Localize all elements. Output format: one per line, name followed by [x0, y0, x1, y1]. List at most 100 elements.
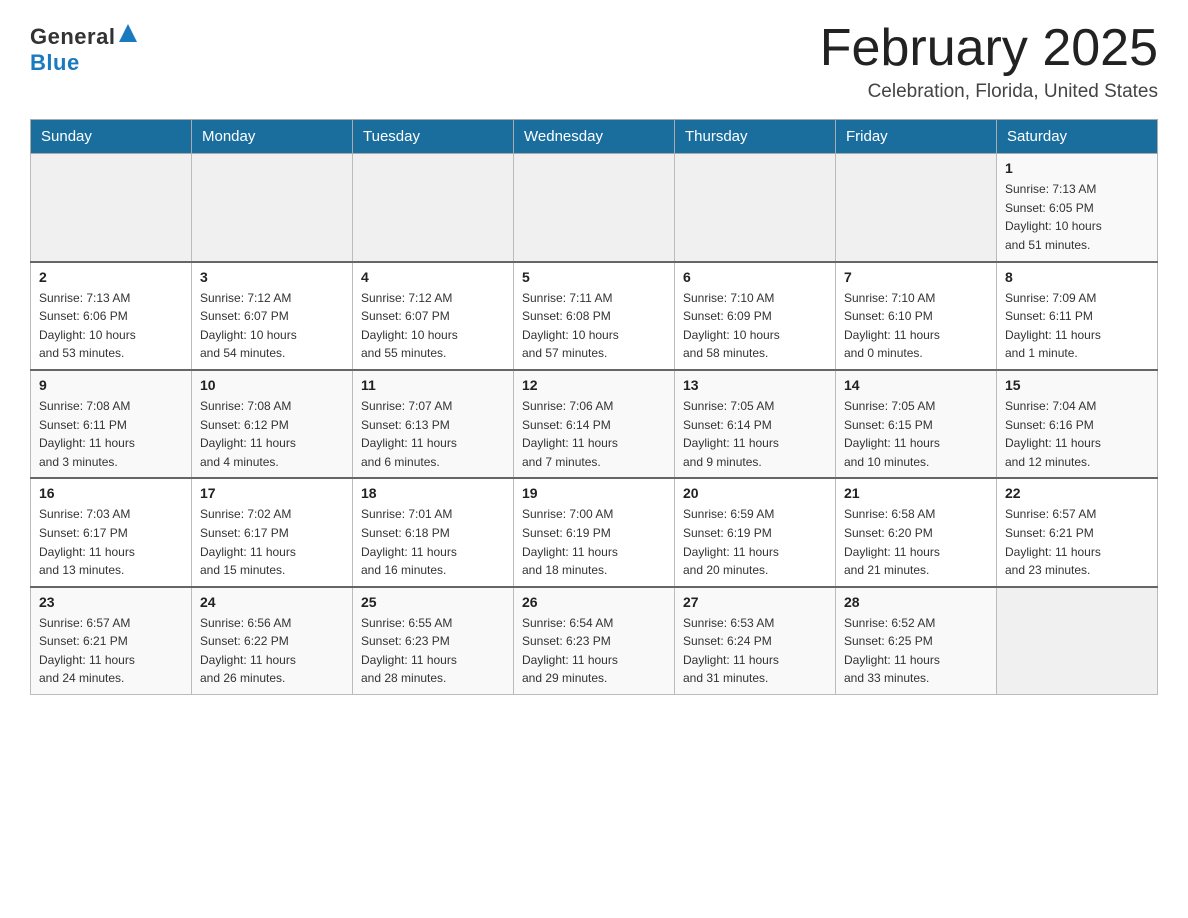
day-number: 11	[361, 377, 505, 393]
day-info: Sunrise: 7:11 AM Sunset: 6:08 PM Dayligh…	[522, 289, 666, 363]
calendar-cell: 5 Sunrise: 7:11 AM Sunset: 6:08 PM Daylig…	[514, 262, 675, 370]
day-info: Sunrise: 6:56 AM Sunset: 6:22 PM Dayligh…	[200, 614, 344, 688]
day-number: 26	[522, 594, 666, 610]
day-info: Sunrise: 7:12 AM Sunset: 6:07 PM Dayligh…	[361, 289, 505, 363]
calendar-week-row: 1 Sunrise: 7:13 AM Sunset: 6:05 PM Daylig…	[31, 154, 1158, 262]
day-number: 27	[683, 594, 827, 610]
day-info: Sunrise: 6:53 AM Sunset: 6:24 PM Dayligh…	[683, 614, 827, 688]
day-number: 12	[522, 377, 666, 393]
calendar-cell: 3Sunrise: 7:12 AM Sunset: 6:07 PM Daylig…	[192, 262, 353, 370]
calendar-cell: 17Sunrise: 7:02 AM Sunset: 6:17 PM Dayli…	[192, 478, 353, 586]
col-sunday: Sunday	[31, 120, 192, 154]
calendar-cell: 16Sunrise: 7:03 AM Sunset: 6:17 PM Dayli…	[31, 478, 192, 586]
day-number: 9	[39, 377, 183, 393]
calendar-cell	[192, 154, 353, 262]
calendar-cell: 13Sunrise: 7:05 AM Sunset: 6:14 PM Dayli…	[675, 370, 836, 478]
day-info: Sunrise: 6:57 AM Sunset: 6:21 PM Dayligh…	[1005, 505, 1149, 579]
day-info: Sunrise: 7:13 AM Sunset: 6:05 PM Dayligh…	[1005, 180, 1149, 254]
day-info: Sunrise: 7:10 AM Sunset: 6:10 PM Dayligh…	[844, 289, 988, 363]
day-info: Sunrise: 7:01 AM Sunset: 6:18 PM Dayligh…	[361, 505, 505, 579]
calendar-cell: 21 Sunrise: 6:58 AM Sunset: 6:20 PM Dayli…	[836, 478, 997, 586]
day-info: Sunrise: 7:09 AM Sunset: 6:11 PM Dayligh…	[1005, 289, 1149, 363]
calendar-week-row: 2 Sunrise: 7:13 AM Sunset: 6:06 PM Daylig…	[31, 262, 1158, 370]
location-text: Celebration, Florida, United States	[820, 81, 1158, 103]
day-number: 6	[683, 269, 827, 285]
calendar-table: Sunday Monday Tuesday Wednesday Thursday…	[30, 119, 1158, 695]
calendar-week-row: 9 Sunrise: 7:08 AM Sunset: 6:11 PM Daylig…	[31, 370, 1158, 478]
calendar-cell: 18 Sunrise: 7:01 AM Sunset: 6:18 PM Dayli…	[353, 478, 514, 586]
calendar-cell: 23 Sunrise: 6:57 AM Sunset: 6:21 PM Dayli…	[31, 587, 192, 695]
day-number: 22	[1005, 485, 1149, 501]
col-tuesday: Tuesday	[353, 120, 514, 154]
day-info: Sunrise: 6:54 AM Sunset: 6:23 PM Dayligh…	[522, 614, 666, 688]
calendar-cell	[514, 154, 675, 262]
calendar-cell: 2 Sunrise: 7:13 AM Sunset: 6:06 PM Daylig…	[31, 262, 192, 370]
day-info: Sunrise: 7:08 AM Sunset: 6:12 PM Dayligh…	[200, 397, 344, 471]
day-info: Sunrise: 7:08 AM Sunset: 6:11 PM Dayligh…	[39, 397, 183, 471]
calendar-cell: 11 Sunrise: 7:07 AM Sunset: 6:13 PM Dayli…	[353, 370, 514, 478]
day-info: Sunrise: 7:00 AM Sunset: 6:19 PM Dayligh…	[522, 505, 666, 579]
calendar-cell: 10Sunrise: 7:08 AM Sunset: 6:12 PM Dayli…	[192, 370, 353, 478]
day-info: Sunrise: 6:58 AM Sunset: 6:20 PM Dayligh…	[844, 505, 988, 579]
day-info: Sunrise: 6:59 AM Sunset: 6:19 PM Dayligh…	[683, 505, 827, 579]
calendar-cell	[675, 154, 836, 262]
day-number: 4	[361, 269, 505, 285]
day-number: 25	[361, 594, 505, 610]
calendar-cell	[353, 154, 514, 262]
calendar-cell: 1 Sunrise: 7:13 AM Sunset: 6:05 PM Daylig…	[997, 154, 1158, 262]
calendar-cell	[836, 154, 997, 262]
day-info: Sunrise: 7:10 AM Sunset: 6:09 PM Dayligh…	[683, 289, 827, 363]
logo-general-text: General	[30, 24, 115, 50]
day-info: Sunrise: 6:52 AM Sunset: 6:25 PM Dayligh…	[844, 614, 988, 688]
day-info: Sunrise: 7:13 AM Sunset: 6:06 PM Dayligh…	[39, 289, 183, 363]
calendar-week-row: 16Sunrise: 7:03 AM Sunset: 6:17 PM Dayli…	[31, 478, 1158, 586]
logo: General Blue	[30, 20, 137, 76]
col-friday: Friday	[836, 120, 997, 154]
day-info: Sunrise: 7:04 AM Sunset: 6:16 PM Dayligh…	[1005, 397, 1149, 471]
calendar-cell: 26 Sunrise: 6:54 AM Sunset: 6:23 PM Dayli…	[514, 587, 675, 695]
day-info: Sunrise: 7:05 AM Sunset: 6:15 PM Dayligh…	[844, 397, 988, 471]
day-info: Sunrise: 6:57 AM Sunset: 6:21 PM Dayligh…	[39, 614, 183, 688]
day-number: 13	[683, 377, 827, 393]
col-saturday: Saturday	[997, 120, 1158, 154]
col-thursday: Thursday	[675, 120, 836, 154]
day-number: 28	[844, 594, 988, 610]
month-title: February 2025	[820, 20, 1158, 77]
day-number: 24	[200, 594, 344, 610]
calendar-cell: 28 Sunrise: 6:52 AM Sunset: 6:25 PM Dayli…	[836, 587, 997, 695]
col-wednesday: Wednesday	[514, 120, 675, 154]
day-info: Sunrise: 6:55 AM Sunset: 6:23 PM Dayligh…	[361, 614, 505, 688]
calendar-cell: 8 Sunrise: 7:09 AM Sunset: 6:11 PM Daylig…	[997, 262, 1158, 370]
calendar-cell: 12 Sunrise: 7:06 AM Sunset: 6:14 PM Dayli…	[514, 370, 675, 478]
day-number: 5	[522, 269, 666, 285]
calendar-cell: 20 Sunrise: 6:59 AM Sunset: 6:19 PM Dayli…	[675, 478, 836, 586]
day-number: 20	[683, 485, 827, 501]
calendar-cell	[31, 154, 192, 262]
day-info: Sunrise: 7:07 AM Sunset: 6:13 PM Dayligh…	[361, 397, 505, 471]
col-monday: Monday	[192, 120, 353, 154]
calendar-cell: 4 Sunrise: 7:12 AM Sunset: 6:07 PM Daylig…	[353, 262, 514, 370]
calendar-header-row: Sunday Monday Tuesday Wednesday Thursday…	[31, 120, 1158, 154]
day-number: 14	[844, 377, 988, 393]
day-number: 2	[39, 269, 183, 285]
title-block: February 2025 Celebration, Florida, Unit…	[820, 20, 1158, 103]
day-number: 3	[200, 269, 344, 285]
calendar-cell: 27 Sunrise: 6:53 AM Sunset: 6:24 PM Dayli…	[675, 587, 836, 695]
calendar-cell: 19Sunrise: 7:00 AM Sunset: 6:19 PM Dayli…	[514, 478, 675, 586]
day-number: 18	[361, 485, 505, 501]
day-number: 23	[39, 594, 183, 610]
day-number: 21	[844, 485, 988, 501]
day-number: 1	[1005, 160, 1149, 176]
calendar-cell	[997, 587, 1158, 695]
day-info: Sunrise: 7:06 AM Sunset: 6:14 PM Dayligh…	[522, 397, 666, 471]
day-number: 8	[1005, 269, 1149, 285]
day-number: 7	[844, 269, 988, 285]
logo-blue-text: Blue	[30, 50, 80, 76]
calendar-cell: 22 Sunrise: 6:57 AM Sunset: 6:21 PM Dayli…	[997, 478, 1158, 586]
calendar-cell: 24 Sunrise: 6:56 AM Sunset: 6:22 PM Dayli…	[192, 587, 353, 695]
calendar-cell: 15Sunrise: 7:04 AM Sunset: 6:16 PM Dayli…	[997, 370, 1158, 478]
calendar-cell: 9 Sunrise: 7:08 AM Sunset: 6:11 PM Daylig…	[31, 370, 192, 478]
calendar-week-row: 23 Sunrise: 6:57 AM Sunset: 6:21 PM Dayli…	[31, 587, 1158, 695]
day-number: 16	[39, 485, 183, 501]
page-header: General Blue February 2025 Celebration, …	[30, 20, 1158, 103]
